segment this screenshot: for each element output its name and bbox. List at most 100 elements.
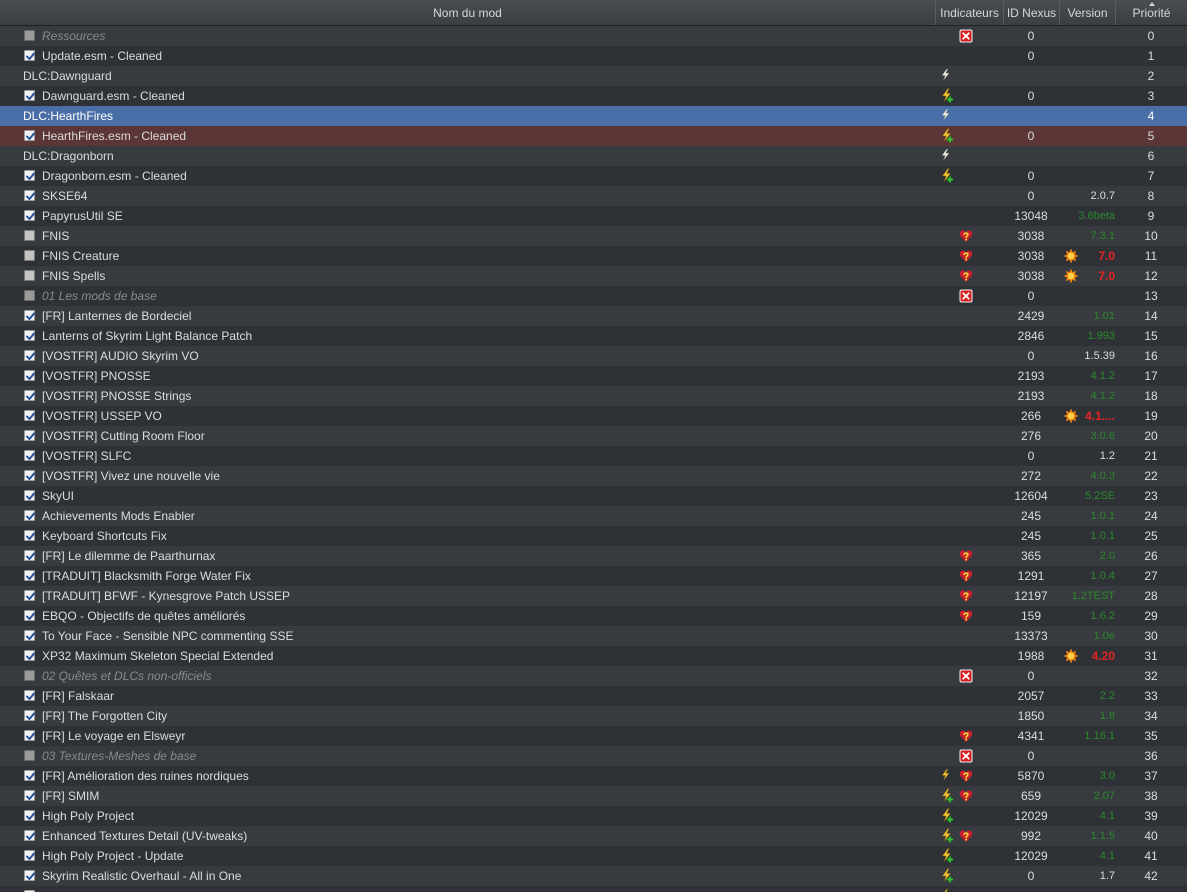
mod-name-cell[interactable]: High Poly Project - Update [0, 846, 935, 866]
mod-name-cell[interactable]: Achievements Mods Enabler [0, 506, 935, 526]
enable-checkbox[interactable] [24, 50, 35, 61]
enable-checkbox[interactable] [24, 130, 35, 141]
mod-row[interactable]: FNIS 3038 7.3.1 10 [0, 226, 1187, 246]
enable-checkbox[interactable] [24, 710, 35, 721]
mod-name-cell[interactable]: [FR] SMIM [0, 786, 935, 806]
enable-checkbox[interactable] [24, 430, 35, 441]
mod-row[interactable]: FNIS Creature 3038 7.0 11 [0, 246, 1187, 266]
enable-checkbox[interactable] [24, 650, 35, 661]
mod-name-cell[interactable]: [TRADUIT] BFWF - Kynesgrove Patch USSEP [0, 586, 935, 606]
enable-checkbox[interactable] [24, 390, 35, 401]
mod-row[interactable]: High Poly Project - Update 12029 4.1 41 [0, 846, 1187, 866]
dlc-row[interactable]: DLC:Dragonborn 6 [0, 146, 1187, 166]
mod-row[interactable]: High Poly Project 12029 4.1 39 [0, 806, 1187, 826]
mod-name-cell[interactable]: To Your Face - Sensible NPC commenting S… [0, 626, 935, 646]
header-indicators[interactable]: Indicateurs [935, 0, 1003, 25]
mod-row[interactable]: PapyrusUtil SE 13048 3.6beta 9 [0, 206, 1187, 226]
mod-row[interactable]: [FR] Falskaar 2057 2.2 33 [0, 686, 1187, 706]
mod-row[interactable]: [VOSTFR] Vivez une nouvelle vie 272 4.0.3 2… [0, 466, 1187, 486]
mod-name-cell[interactable]: DLC:HearthFires [0, 106, 935, 126]
mod-name-cell[interactable]: [VOSTFR] SLFC [0, 446, 935, 466]
mod-row[interactable]: [VOSTFR] Cutting Room Floor 276 3.0.6 20 [0, 426, 1187, 446]
mod-name-cell[interactable]: Dawnguard.esm - Cleaned [0, 86, 935, 106]
mod-name-cell[interactable]: 02 Quêtes et DLCs non-officiels [0, 666, 935, 686]
mod-row[interactable]: Enhanced Textures Detail (UV-tweaks) 992 1… [0, 826, 1187, 846]
enable-checkbox[interactable] [24, 570, 35, 581]
enable-checkbox[interactable] [24, 770, 35, 781]
enable-checkbox[interactable] [24, 190, 35, 201]
mod-row[interactable]: SKSE64 0 2.0.7 8 [0, 186, 1187, 206]
enable-checkbox[interactable] [24, 290, 35, 301]
enable-checkbox[interactable] [24, 530, 35, 541]
mod-name-cell[interactable]: HearthFires.esm - Cleaned [0, 126, 935, 146]
enable-checkbox[interactable] [24, 750, 35, 761]
mod-name-cell[interactable]: Lanterns of Skyrim Light Balance Patch [0, 326, 935, 346]
mod-row[interactable]: [FR] Lanternes de Bordeciel 2429 1.01 14 [0, 306, 1187, 326]
enable-checkbox[interactable] [24, 210, 35, 221]
enable-checkbox[interactable] [24, 490, 35, 501]
mod-row[interactable]: [FR] Le dilemme de Paarthurnax 365 2.0 26 [0, 546, 1187, 566]
separator-row[interactable]: 03 Textures-Meshes de base 0 36 [0, 746, 1187, 766]
enable-checkbox[interactable] [24, 370, 35, 381]
enable-checkbox[interactable] [24, 610, 35, 621]
mod-name-cell[interactable]: [VOSTFR] Vivez une nouvelle vie [0, 466, 935, 486]
mod-name-cell[interactable]: High Poly Project [0, 806, 935, 826]
mod-name-cell[interactable]: PapyrusUtil SE [0, 206, 935, 226]
enable-checkbox[interactable] [24, 270, 35, 281]
header-nexus-id[interactable]: ID Nexus [1003, 0, 1059, 25]
mod-name-cell[interactable]: [FR] Le voyage en Elsweyr [0, 726, 935, 746]
enable-checkbox[interactable] [24, 350, 35, 361]
enable-checkbox[interactable] [24, 30, 35, 41]
mod-name-cell[interactable]: SKSE64 [0, 186, 935, 206]
mod-name-cell[interactable]: [FR] Le dilemme de Paarthurnax [0, 546, 935, 566]
enable-checkbox[interactable] [24, 230, 35, 241]
mod-name-cell[interactable]: [VOSTFR] Cutting Room Floor [0, 426, 935, 446]
enable-checkbox[interactable] [24, 310, 35, 321]
header-version[interactable]: Version [1059, 0, 1115, 25]
dlc-row[interactable]: DLC:HearthFires 4 [0, 106, 1187, 126]
mod-name-cell[interactable]: Ressources [0, 26, 935, 46]
mod-name-cell[interactable] [0, 886, 935, 892]
mod-row[interactable]: [VOSTFR] USSEP VO 266 4.1.... 19 [0, 406, 1187, 426]
enable-checkbox[interactable] [24, 470, 35, 481]
mod-name-cell[interactable]: [FR] The Forgotten City [0, 706, 935, 726]
mod-name-cell[interactable]: DLC:Dawnguard [0, 66, 935, 86]
mod-name-cell[interactable]: FNIS [0, 226, 935, 246]
enable-checkbox[interactable] [24, 790, 35, 801]
enable-checkbox[interactable] [24, 90, 35, 101]
mod-name-cell[interactable]: FNIS Creature [0, 246, 935, 266]
mod-row[interactable]: XP32 Maximum Skeleton Special Extended 19… [0, 646, 1187, 666]
mod-row[interactable]: Update.esm - Cleaned 0 1 [0, 46, 1187, 66]
mod-name-cell[interactable]: [VOSTFR] PNOSSE Strings [0, 386, 935, 406]
mod-row[interactable]: To Your Face - Sensible NPC commenting S… [0, 626, 1187, 646]
mod-row[interactable]: [TRADUIT] BFWF - Kynesgrove Patch USSEP 1… [0, 586, 1187, 606]
mod-name-cell[interactable]: EBQO - Objectifs de quêtes améliorés [0, 606, 935, 626]
mod-name-cell[interactable]: SkyUI [0, 486, 935, 506]
mod-list[interactable]: Ressources 0 0 Update.esm - Cleaned 0 1 DLC:Da… [0, 26, 1187, 892]
header-priority[interactable]: Priorité [1115, 0, 1187, 25]
mod-name-cell[interactable]: DLC:Dragonborn [0, 146, 935, 166]
enable-checkbox[interactable] [24, 590, 35, 601]
enable-checkbox[interactable] [24, 870, 35, 881]
enable-checkbox[interactable] [24, 170, 35, 181]
mod-row[interactable]: [FR] SMIM 659 2.07 38 [0, 786, 1187, 806]
enable-checkbox[interactable] [24, 730, 35, 741]
mod-row[interactable]: Keyboard Shortcuts Fix 245 1.0.1 25 [0, 526, 1187, 546]
mod-row[interactable]: Dawnguard.esm - Cleaned 0 3 [0, 86, 1187, 106]
mod-name-cell[interactable]: 03 Textures-Meshes de base [0, 746, 935, 766]
mod-name-cell[interactable]: 01 Les mods de base [0, 286, 935, 306]
mod-name-cell[interactable]: Enhanced Textures Detail (UV-tweaks) [0, 826, 935, 846]
mod-row[interactable]: FNIS Spells 3038 7.0 12 [0, 266, 1187, 286]
mod-row[interactable]: [FR] Amélioration des ruines nordiques 58… [0, 766, 1187, 786]
mod-row[interactable]: [TRADUIT] Blacksmith Forge Water Fix 1291… [0, 566, 1187, 586]
mod-name-cell[interactable]: [TRADUIT] Blacksmith Forge Water Fix [0, 566, 935, 586]
mod-name-cell[interactable]: [FR] Amélioration des ruines nordiques [0, 766, 935, 786]
separator-row[interactable]: Ressources 0 0 [0, 26, 1187, 46]
mod-name-cell[interactable]: XP32 Maximum Skeleton Special Extended [0, 646, 935, 666]
mod-row[interactable]: Lanterns of Skyrim Light Balance Patch 28… [0, 326, 1187, 346]
mod-row[interactable]: Dragonborn.esm - Cleaned 0 7 [0, 166, 1187, 186]
mod-row[interactable]: [FR] Le voyage en Elsweyr 4341 1.16.1 35 [0, 726, 1187, 746]
mod-name-cell[interactable]: [FR] Lanternes de Bordeciel [0, 306, 935, 326]
enable-checkbox[interactable] [24, 510, 35, 521]
mod-row[interactable]: SkyUI 12604 5.2SE 23 [0, 486, 1187, 506]
